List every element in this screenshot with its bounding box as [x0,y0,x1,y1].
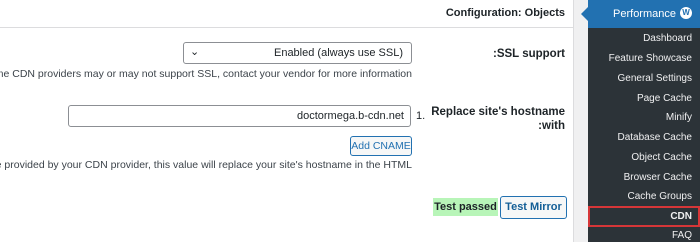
sidebar-item-general-settings[interactable]: General Settings [618,73,693,84]
sidebar-title: Performance [613,8,676,20]
ssl-support-label: SSL support: [493,48,565,60]
sidebar-item-page-cache[interactable]: Page Cache [637,93,692,104]
performance-sidebar: Performance W Dashboard Feature Showcase… [581,0,700,242]
sidebar-menu-performance[interactable]: Performance W [581,0,700,28]
ssl-support-select[interactable]: ⌄ Enabled (always use SSL) [183,42,412,64]
chevron-down-icon: ⌄ [190,46,200,58]
panel-title: Configuration: Objects [445,7,565,19]
hostname-label: Replace site's hostname with: [431,106,565,132]
test-status-badge: Test passed [433,198,498,216]
test-mirror-button[interactable]: Test Mirror [500,196,567,219]
w3tc-icon: W [680,7,692,19]
ssl-select-value: Enabled (always use SSL) [273,47,403,59]
sidebar-item-cdn[interactable]: CDN [670,211,692,222]
sidebar-item-browser-cache[interactable]: Browser Cache [624,172,692,183]
sidebar-item-cache-groups[interactable]: Cache Groups [628,191,692,202]
sidebar-item-database-cache[interactable]: Database Cache [618,132,693,143]
sidebar-item-feature-showcase[interactable]: Feature Showcase [609,53,692,64]
hostname-description: …ostname provided by your CDN provider, … [0,159,412,171]
hostname-input[interactable]: doctormega.b-cdn.net [68,105,411,127]
sidebar-item-object-cache[interactable]: Object Cache [631,152,692,163]
sidebar-item-faq[interactable]: FAQ [672,230,692,241]
add-cname-button[interactable]: Add CNAME [350,136,412,156]
menu-pointer [581,7,588,21]
hostname-input-value: doctormega.b-cdn.net [296,110,404,122]
sidebar-item-dashboard[interactable]: Dashboard [643,33,692,44]
panel-header: Configuration: Objects [0,0,573,28]
sidebar-item-minify[interactable]: Minify [666,112,692,123]
ssl-description: Some CDN providers may or may not suppor… [0,68,412,80]
hostname-row-number: 1. [416,110,426,122]
cdn-settings-panel: Configuration: Objects SSL support: ⌄ En… [0,0,574,242]
